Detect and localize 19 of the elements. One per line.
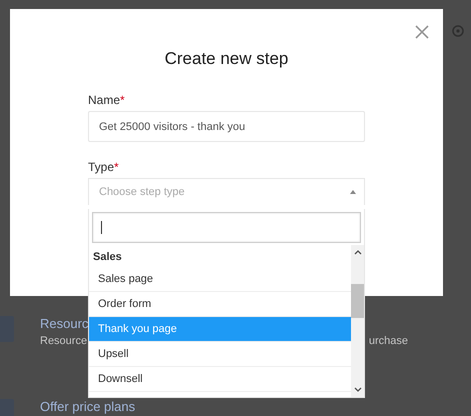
group-heading: Sales [92,250,123,265]
dropdown-option[interactable]: Downsell [89,367,351,392]
dropdown-option[interactable]: Sales page [89,267,351,292]
item-description: Resource [40,335,88,347]
caret-icon [350,190,356,194]
dropdown-option[interactable]: Upsell [89,342,351,367]
scroll-up-icon[interactable] [354,249,362,255]
scrollbar-thumb[interactable] [351,284,364,318]
dialog-title: Create new step [164,49,290,69]
search-field[interactable] [92,212,361,243]
item-title[interactable]: Offer price plans [40,399,136,414]
item-description: urchase [368,335,408,347]
scrollbar[interactable] [351,245,364,397]
name-field[interactable]: Get 25000 visitors - thank you [88,111,365,142]
field-label: Type* [88,160,120,174]
scroll-down-icon[interactable] [354,387,362,393]
field-label: Name* [88,93,126,107]
settings-icon[interactable] [452,25,464,37]
close-button[interactable] [415,25,429,39]
